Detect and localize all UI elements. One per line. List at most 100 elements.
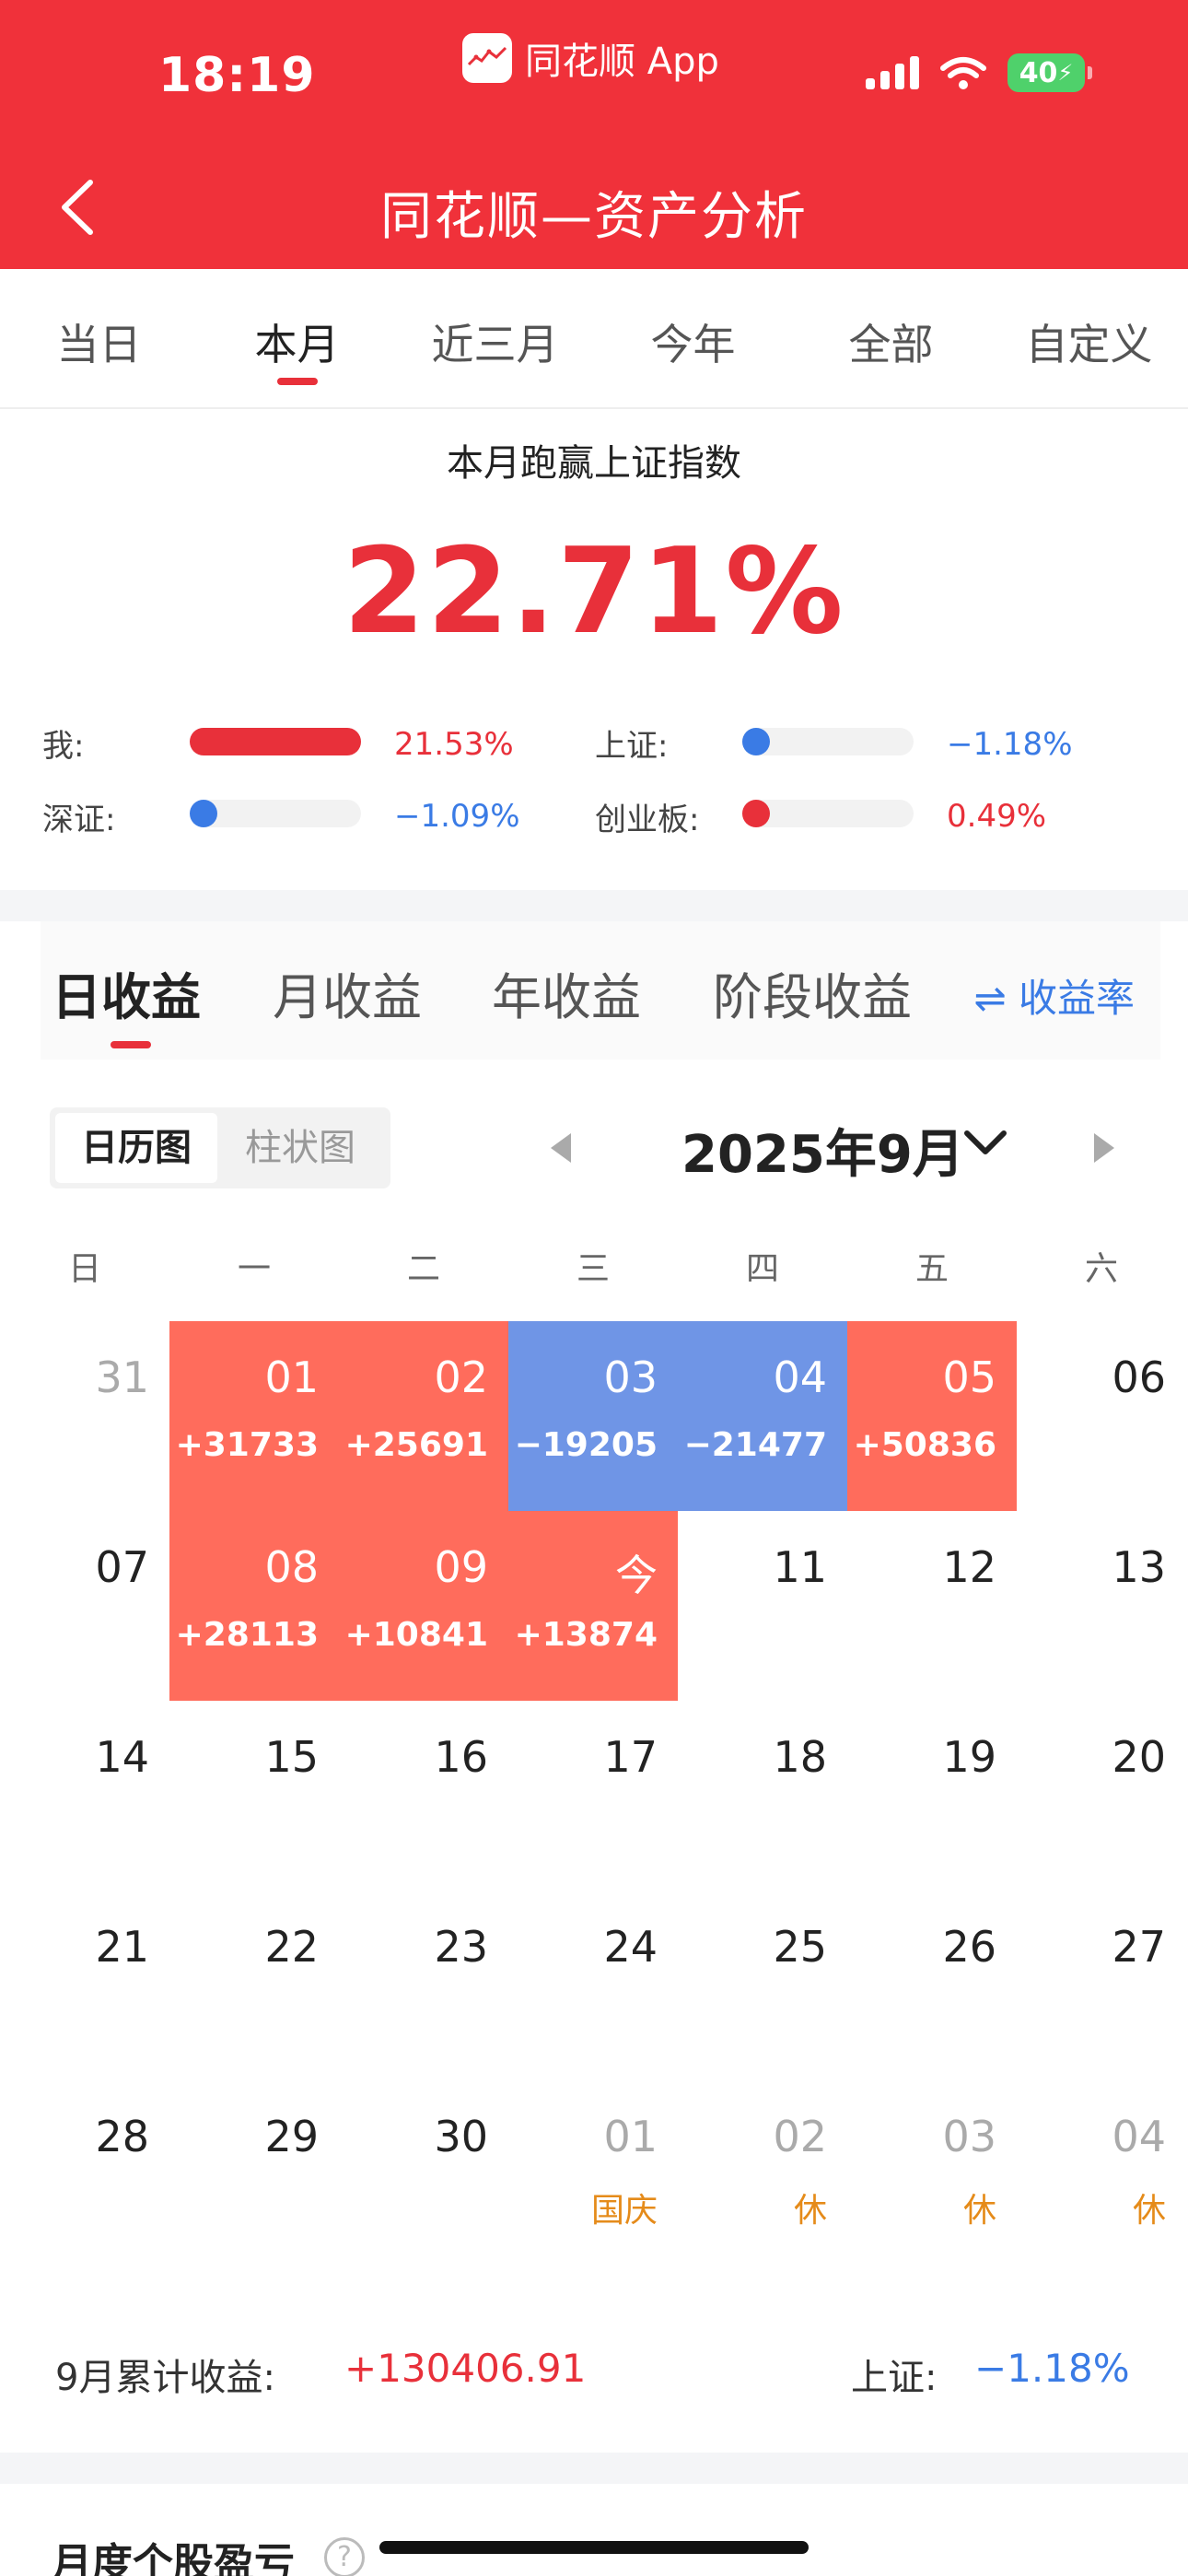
calendar-day-cell[interactable]: 24 [508,1891,678,2080]
calendar-day-number: 02 [773,2112,827,2161]
home-indicator [379,2541,809,2554]
calendar-view-button[interactable]: 日历图 [55,1113,217,1183]
weekday-thu: 四 [745,1250,779,1288]
help-icon[interactable]: ? [324,2537,365,2576]
summary-title: 本月跑赢上证指数 [447,442,741,485]
calendar-day-number: 01 [264,1352,319,1402]
calendar-day-cell[interactable]: 27 [1017,1891,1186,2080]
calendar-day-number: 07 [95,1542,149,1592]
bar-view-button[interactable]: 柱状图 [219,1113,381,1183]
calendar-day-cell[interactable]: 04 休 [1017,2080,1186,2270]
calendar-day-cell[interactable]: 15 [169,1701,339,1891]
total-value: +130406.91 [344,2346,587,2391]
calendar-day-profit: +25691 [344,1426,488,1464]
calendar-day-cell[interactable]: 04 −21477 [678,1321,847,1511]
tab-monthly-earnings[interactable]: 月收益 [273,956,422,1029]
calendar-day-cell[interactable]: 11 [678,1511,847,1701]
weekday-mon: 一 [237,1250,271,1288]
compare-bar-fill [190,800,217,827]
tab-today[interactable]: 当日 [0,269,198,407]
calendar-day-cell[interactable]: 05 +50836 [847,1321,1017,1511]
calendar-day-cell[interactable]: 14 [0,1701,169,1891]
calendar-day-cell[interactable]: 02 休 [678,2080,847,2270]
chevron-down-icon[interactable] [963,1126,1007,1159]
wifi-icon [940,57,986,89]
calendar-holiday-label: 国庆 [590,2192,658,2230]
calendar-day-cell[interactable]: 08 +28113 [169,1511,339,1701]
calendar-day-cell[interactable]: 17 [508,1701,678,1891]
calendar-day-number: 01 [603,2112,658,2161]
calendar-day-cell[interactable]: 今 +13874 [508,1511,678,1701]
calendar-day-number: 22 [264,1922,319,1972]
calendar-day-cell[interactable]: 03 −19205 [508,1321,678,1511]
calendar-day-cell[interactable]: 07 [0,1511,169,1701]
calendar-day-cell[interactable]: 22 [169,1891,339,2080]
totals-row: 9月累计收益: +130406.91 上证: −1.18% [0,2346,1188,2403]
tab-yearly-earnings[interactable]: 年收益 [492,956,641,1029]
view-toggle: 日历图 柱状图 [50,1107,390,1188]
rate-switch-button[interactable]: ⇌ 收益率 [973,967,1135,1024]
calendar-day-cell[interactable]: 18 [678,1701,847,1891]
calendar-day-cell[interactable]: 01 国庆 [508,2080,678,2270]
compare-label-shenzhen: 深证: [42,802,116,838]
summary-value: 22.71% [343,523,845,661]
calendar-day-cell[interactable]: 02 +25691 [339,1321,508,1511]
calendar-day-cell[interactable]: 21 [0,1891,169,2080]
calendar-day-cell[interactable]: 12 [847,1511,1017,1701]
compare-label-chinext: 创业板: [595,802,700,838]
calendar-holiday-label: 休 [793,2192,827,2230]
calendar-day-profit: +13874 [514,1616,658,1654]
calendar-day-cell[interactable]: 06 [1017,1321,1186,1511]
calendar-day-number: 31 [95,1352,149,1402]
calendar-day-cell[interactable]: 16 [339,1701,508,1891]
battery-icon: 40 ⚡ [1007,53,1092,92]
calendar-day-number: 09 [434,1542,488,1592]
next-month-icon[interactable] [1092,1131,1116,1165]
calendar-day-cell[interactable]: 19 [847,1701,1017,1891]
weekday-sat: 六 [1084,1250,1118,1288]
prev-month-icon[interactable] [549,1131,573,1165]
calendar-day-cell[interactable]: 25 [678,1891,847,2080]
total-label: 9月累计收益: [55,2357,275,2399]
calendar-day-cell[interactable]: 03 休 [847,2080,1017,2270]
calendar-day-cell[interactable]: 30 [339,2080,508,2270]
calendar-day-number: 08 [264,1542,319,1592]
calendar-day-cell[interactable]: 13 [1017,1511,1186,1701]
calendar-day-number: 26 [942,1922,996,1972]
tab-daily-earnings[interactable]: 日收益 [52,956,201,1029]
weekday-fri: 五 [914,1250,949,1288]
calendar-day-cell[interactable]: 23 [339,1891,508,2080]
calendar-day-number: 05 [942,1352,996,1402]
month-label[interactable]: 2025年9月 [681,1113,964,1188]
compare-bar-shanghai [742,728,914,755]
calendar-day-cell[interactable]: 09 +10841 [339,1511,508,1701]
calendar-day-number: 20 [1112,1732,1166,1782]
calendar-day-number: 28 [95,2112,149,2161]
app-indicator[interactable]: 同花顺 App [462,31,719,85]
calendar-day-number: 11 [773,1542,827,1592]
compare-value-me: 21.53% [394,726,514,763]
calendar-day-number: 17 [603,1732,658,1782]
tab-period-earnings[interactable]: 阶段收益 [713,956,912,1029]
tab-this-month[interactable]: 本月 [198,269,396,407]
battery-level: 40 [1019,56,1058,89]
app-header: 18:19 同花顺 App 40 ⚡ 同花顺—资产分析 [0,0,1188,269]
calendar-day-cell[interactable]: 28 [0,2080,169,2270]
calendar-day-cell[interactable]: 20 [1017,1701,1186,1891]
section-divider [0,2453,1188,2484]
tab-all[interactable]: 全部 [792,269,990,407]
calendar-day-cell[interactable]: 31 [0,1321,169,1511]
tab-three-months[interactable]: 近三月 [396,269,594,407]
index-label: 上证: [851,2357,938,2399]
tab-this-year[interactable]: 今年 [594,269,792,407]
calendar-day-number: 24 [603,1922,658,1972]
tab-custom[interactable]: 自定义 [990,269,1188,407]
weekday-sun: 日 [67,1250,101,1288]
compare-bar-fill [190,728,361,755]
calendar-day-cell[interactable]: 26 [847,1891,1017,2080]
calendar-day-profit: +50836 [853,1426,996,1464]
calendar-day-number: 今 [615,1551,658,1600]
calendar-day-cell[interactable]: 01 +31733 [169,1321,339,1511]
calendar-day-number: 12 [942,1542,996,1592]
calendar-day-cell[interactable]: 29 [169,2080,339,2270]
